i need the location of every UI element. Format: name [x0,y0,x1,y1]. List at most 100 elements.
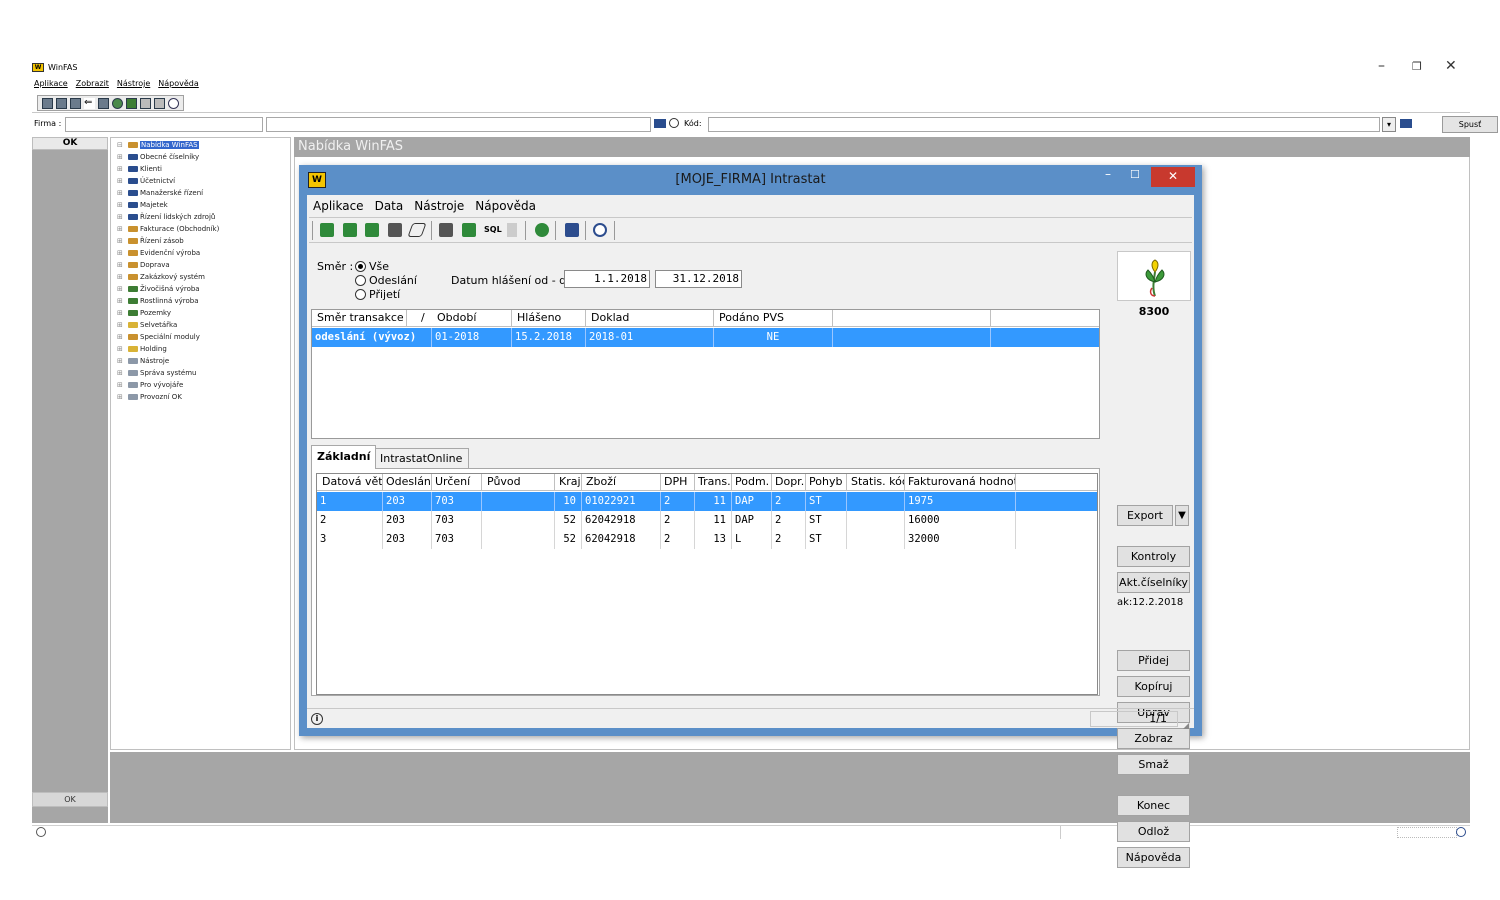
tool-icon[interactable] [154,97,165,109]
dialog-menu-napoveda[interactable]: Nápověda [475,199,536,213]
tree-expander-icon[interactable]: ⊞ [117,381,126,389]
tree-item[interactable]: ⊞ Selvetářka [117,321,177,329]
napoveda-button[interactable]: Nápověda [1117,847,1190,868]
tree-item[interactable]: ⊞ Majetek [117,201,168,209]
tree-expander-icon[interactable]: ⊞ [117,273,126,281]
radio-vse-indicator[interactable] [355,261,366,272]
tree-item[interactable]: ⊞ Zakázkový systém [117,273,205,281]
kod-field[interactable] [708,117,1380,132]
dialog-menu-data[interactable]: Data [375,199,404,213]
firma-code-field[interactable] [65,117,263,132]
tree-expander-icon[interactable]: ⊞ [117,249,126,257]
col-doklad[interactable]: Doklad [586,310,714,327]
window-icon[interactable] [70,97,81,109]
list-icon[interactable] [98,97,109,109]
pridej-button[interactable]: Přidej [1117,650,1190,671]
kod-dropdown-icon[interactable]: ▾ [1382,117,1396,132]
dialog-close-icon[interactable]: ✕ [1151,167,1195,187]
col-podm[interactable]: Podm. [732,474,772,491]
status-help-icon[interactable] [1456,827,1466,837]
tree-expander-icon[interactable]: ⊞ [117,153,126,161]
tree-expander-icon[interactable]: ⊞ [117,369,126,377]
tree-expander-icon[interactable]: ⊞ [117,165,126,173]
tree-expander-icon[interactable]: ⊞ [117,357,126,365]
dialog-minimize-icon[interactable]: – [1105,167,1111,181]
tree-item[interactable]: ⊞ Klienti [117,165,162,173]
akt-ciselniky-button[interactable]: Akt.číselníky [1117,572,1190,593]
tree-expander-icon[interactable]: ⊞ [117,345,126,353]
radio-prijeti-indicator[interactable] [355,289,366,300]
radio-odeslani[interactable]: Odeslání [355,274,417,287]
kopiruj-button[interactable]: Kopíruj [1117,676,1190,697]
tree-item[interactable]: ⊞ Účetnictví [117,177,175,185]
col-pohyb[interactable]: Pohyb [806,474,847,491]
firma-lookup-icon[interactable] [654,119,666,128]
plant-icon[interactable] [126,97,137,109]
tab-intrastatonline[interactable]: IntrastatOnline [374,448,469,469]
tree-expander-icon[interactable]: ⊟ [117,141,126,149]
table-row[interactable]: 1 203 703 10 01022921 2 11 DAP 2 ST 1975 [317,492,1097,511]
kontroly-button[interactable]: Kontroly [1117,546,1190,567]
tree-expander-icon[interactable]: ⊞ [117,225,126,233]
tree-item[interactable]: ⊞ Speciální moduly [117,333,200,341]
firma-info-icon[interactable] [669,118,679,128]
tree-item[interactable]: ⊞ Řízení lidských zdrojů [117,213,215,221]
radio-vse[interactable]: Vše [355,260,389,273]
col-dph[interactable]: DPH [661,474,695,491]
date-to-field[interactable]: 31.12.2018 [655,270,742,288]
dialog-menu-aplikace[interactable]: Aplikace [313,199,364,213]
radio-odeslani-indicator[interactable] [355,275,366,286]
resize-grip-icon[interactable]: ◢ [1183,721,1189,730]
help-icon[interactable] [593,223,607,237]
tree-expander-icon[interactable]: ⊞ [117,297,126,305]
help-icon[interactable] [168,97,179,109]
menu-aplikace[interactable]: Aplikace [34,79,68,88]
ok-top-button[interactable]: OK [32,137,108,150]
kod-lookup-icon[interactable] [1400,119,1412,128]
col-zbozi[interactable]: Zboží [582,474,661,491]
tree-item[interactable]: ⊞ Obecné číselníky [117,153,199,161]
tree-item[interactable]: ⊞ Rostlinná výroba [117,297,199,305]
tree-expander-icon[interactable]: ⊞ [117,285,126,293]
tree-expander-icon[interactable]: ⊞ [117,189,126,197]
smaz-button[interactable]: Smaž [1117,754,1190,775]
menu-nastroje[interactable]: Nástroje [117,79,150,88]
spust-button[interactable]: Spusť [1442,116,1498,133]
tree-item[interactable]: ⊞ Pro vývojáře [117,381,183,389]
tree-item[interactable]: ⊞ Správa systému [117,369,196,377]
col-statis-kod[interactable]: Statis. kód [847,474,905,491]
table-row[interactable]: 2 203 703 52 62042918 2 11 DAP 2 ST 16000 [317,511,1097,530]
back-arrow-icon[interactable]: ⇐ [84,97,95,109]
col-smer-transakce[interactable]: Směr transakce [312,310,407,327]
window-icon[interactable] [56,97,67,109]
exit-icon[interactable] [565,223,579,237]
konec-button[interactable]: Konec [1117,795,1190,816]
col-podano-pvs[interactable]: Podáno PVS [714,310,833,327]
close-icon[interactable]: ✕ [1445,58,1457,74]
date-from-field[interactable]: 1.1.2018 [564,270,650,288]
edit-record-icon[interactable] [365,223,379,237]
col-puvod[interactable]: Původ [482,474,555,491]
tree-item[interactable]: ⊞ Řízení zásob [117,237,184,245]
col-odeslani[interactable]: Odeslání [383,474,432,491]
print-icon[interactable] [439,223,453,237]
col-fakturovana-hodnota[interactable]: Fakturovaná hodnota [905,474,1016,491]
col-obdobi[interactable]: Období [432,310,512,327]
tool-icon[interactable] [140,97,151,109]
menu-napoveda[interactable]: Nápověda [158,79,199,88]
tree-item[interactable]: ⊞ Doprava [117,261,170,269]
tree-expander-icon[interactable]: ⊞ [117,213,126,221]
tree-item[interactable]: ⊞ Pozemky [117,309,171,317]
tree-item[interactable]: ⊞ Evidenční výroba [117,249,200,257]
dialog-maximize-icon[interactable]: ☐ [1130,168,1140,181]
tree-expander-icon[interactable]: ⊞ [117,237,126,245]
minimize-icon[interactable]: – [1378,58,1385,74]
odloz-button[interactable]: Odlož [1117,821,1190,842]
col-trans[interactable]: Trans. [695,474,732,491]
tree-root[interactable]: ⊟ Nabídka WinFAS [117,141,199,149]
tree-expander-icon[interactable]: ⊞ [117,321,126,329]
tab-zakladni[interactable]: Základní [311,445,377,469]
export-record-icon[interactable] [462,223,476,237]
refresh-icon[interactable] [112,97,123,109]
tree-expander-icon[interactable]: ⊞ [117,333,126,341]
